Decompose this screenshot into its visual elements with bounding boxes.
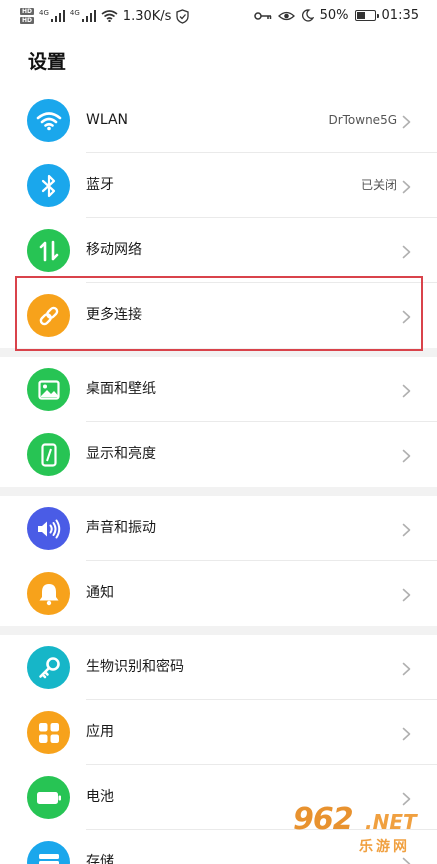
- signal-icon: [81, 10, 96, 22]
- battery-icon: [27, 776, 70, 819]
- moon-icon: [301, 9, 314, 22]
- speaker-icon: [27, 507, 70, 550]
- bell-icon: [27, 572, 70, 615]
- phone-brightness-icon: [27, 433, 70, 476]
- chevron-right-icon: [402, 587, 411, 602]
- settings-row-wifi[interactable]: WLAN DrTowne5G: [0, 88, 437, 153]
- chevron-right-icon: [402, 179, 411, 194]
- wifi-icon: [101, 10, 118, 22]
- battery-level-fill: [356, 12, 366, 19]
- settings-row-label: 电池: [86, 789, 114, 805]
- battery-icon: [354, 10, 379, 21]
- settings-list: WLAN DrTowne5G 蓝牙 已关闭 移动网络 更多连接 桌面和壁纸 显示和亮度 声音和振…: [0, 88, 437, 864]
- hd-badge: HD: [20, 17, 35, 24]
- status-right: 50% 01:35: [253, 8, 419, 23]
- hd-badges: HD HD: [20, 8, 35, 24]
- settings-row-phone-brightness[interactable]: 显示和亮度: [0, 422, 437, 487]
- status-left: HD HD 4G 4G 1.30K/s: [20, 8, 190, 24]
- watermark-number: 962: [293, 802, 354, 837]
- network-type: 4G: [39, 9, 49, 17]
- settings-row-label: 桌面和壁纸: [86, 381, 156, 397]
- chevron-right-icon: [402, 522, 411, 537]
- settings-row-label: WLAN: [86, 112, 129, 128]
- group-separator: [0, 487, 437, 496]
- picture-icon: [27, 368, 70, 411]
- battery-percent: 50%: [319, 8, 349, 23]
- page-title: 设置: [28, 51, 67, 73]
- apps-grid-icon: [27, 711, 70, 754]
- network-type: 4G: [69, 9, 80, 17]
- settings-row-label: 通知: [86, 585, 114, 601]
- chevron-right-icon: [402, 726, 411, 741]
- settings-row-label: 生物识别和密码: [86, 659, 184, 675]
- hd-badge: HD: [20, 8, 35, 15]
- settings-row-label: 声音和振动: [86, 520, 156, 536]
- settings-row-value: 已关闭: [360, 178, 397, 192]
- settings-row-label: 存储: [86, 854, 114, 864]
- clock: 01:35: [381, 8, 419, 23]
- mobile-data-icon: [27, 229, 70, 272]
- settings-row-speaker[interactable]: 声音和振动: [0, 496, 437, 561]
- settings-row-label: 应用: [86, 724, 114, 740]
- settings-row-label: 显示和亮度: [86, 446, 156, 462]
- settings-row-mobile-data[interactable]: 移动网络: [0, 218, 437, 283]
- storage-icon: [27, 841, 70, 864]
- bluetooth-icon: [27, 164, 70, 207]
- watermark-text: 乐游网: [359, 839, 410, 855]
- key-icon: [253, 11, 271, 20]
- shield-check-icon: [176, 8, 190, 24]
- key-icon: [27, 646, 70, 689]
- chevron-right-icon: [402, 448, 411, 463]
- chevron-right-icon: [402, 383, 411, 398]
- chevron-right-icon: [402, 114, 411, 129]
- settings-row-apps-grid[interactable]: 应用: [0, 700, 437, 765]
- network-speed: 1.30K/s: [122, 8, 172, 24]
- settings-row-label: 移动网络: [86, 242, 142, 258]
- settings-row-bluetooth[interactable]: 蓝牙 已关闭: [0, 153, 437, 218]
- settings-row-key[interactable]: 生物识别和密码: [0, 635, 437, 700]
- group-separator: [0, 626, 437, 635]
- wifi-icon: [27, 99, 70, 142]
- eye-icon: [277, 11, 295, 20]
- chevron-right-icon: [402, 244, 411, 259]
- highlight-box: [15, 276, 423, 351]
- settings-row-bell[interactable]: 通知: [0, 561, 437, 626]
- settings-row-label: 蓝牙: [86, 177, 114, 193]
- signal-icon: [50, 10, 65, 22]
- watermark: 962 .NET 乐游网: [281, 802, 431, 860]
- watermark-suffix: .NET: [365, 810, 417, 834]
- status-bar: HD HD 4G 4G 1.30K/s 50% 01:35: [0, 0, 437, 34]
- settings-row-picture[interactable]: 桌面和壁纸: [0, 357, 437, 422]
- chevron-right-icon: [402, 661, 411, 676]
- settings-row-value: DrTowne5G: [328, 113, 397, 127]
